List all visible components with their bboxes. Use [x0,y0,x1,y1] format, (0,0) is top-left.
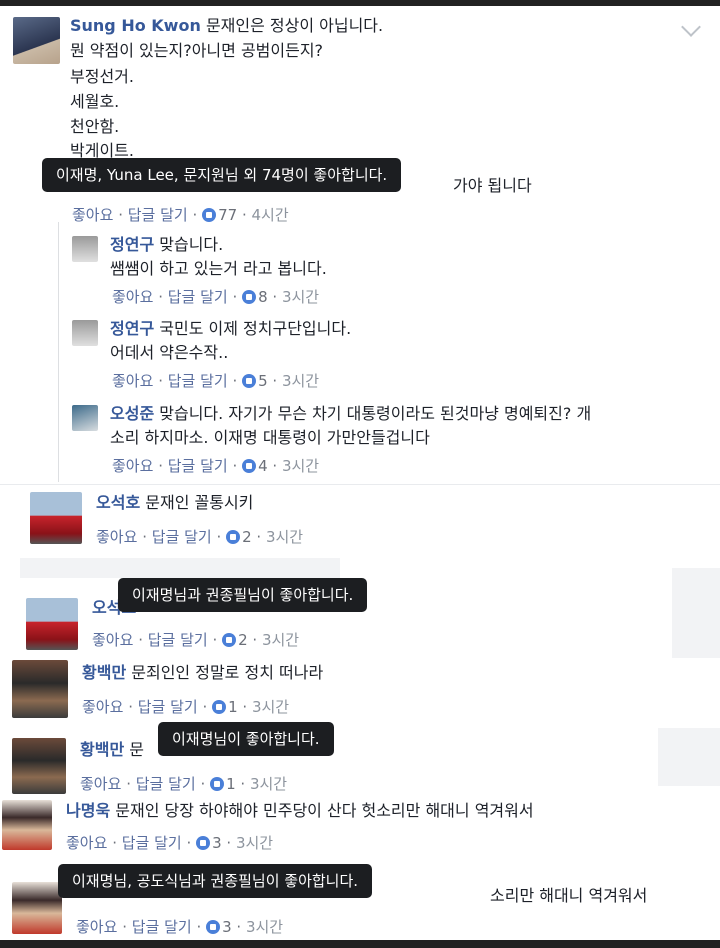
like-button[interactable]: 좋아요 [92,631,133,649]
comment-line: 천안함. [70,117,120,136]
avatar[interactable] [72,320,98,346]
like-button[interactable]: 좋아요 [72,206,113,224]
author-name[interactable]: 정연구 [110,319,154,338]
like-button[interactable]: 좋아요 [66,834,107,852]
overlap-strip [672,568,720,658]
like-icon[interactable] [242,290,257,304]
like-icon[interactable] [242,374,257,388]
reply-button[interactable]: 답글 달기 [168,288,228,306]
reply-button[interactable]: 답글 달기 [132,918,192,936]
comment-text: 소리만 해대니 역겨워서 [490,886,648,905]
chevron-down-icon[interactable] [681,17,701,37]
author-name[interactable]: 나명욱 [66,801,110,820]
reply-line: 어데서 약은수작.. [110,343,229,362]
comment-line: 부정선거. [70,67,134,86]
reply-button[interactable]: 답글 달기 [148,631,208,649]
comment-actions: 좋아요 · 답글 달기 · 2 · 3시간 [92,631,300,649]
reply-actions: 좋아요 · 답글 달기 · 8 · 3시간 [112,288,320,306]
reply-text: 정연구 맞습니다. [110,235,224,254]
like-button[interactable]: 좋아요 [112,457,153,475]
reply-line: 소리 하지마소. 이재명 대통령이 가만안들겁니다 [110,428,430,447]
like-icon[interactable] [202,208,217,222]
reply-button[interactable]: 답글 달기 [122,834,182,852]
author-name[interactable]: 오석호 [96,493,140,512]
like-button[interactable]: 좋아요 [80,775,121,793]
overlap-strip [20,558,340,578]
reply-button[interactable]: 답글 달기 [128,206,188,224]
like-button[interactable]: 좋아요 [96,528,137,546]
comment-text: 오석호 문재인 꼴통시키 [96,493,254,512]
reply-button[interactable]: 답글 달기 [168,372,228,390]
like-button[interactable]: 좋아요 [82,698,123,716]
like-icon[interactable] [226,530,241,544]
comment-text: 황백만 문 [80,740,144,759]
reply-actions: 좋아요 · 답글 달기 · 4 · 3시간 [112,457,320,475]
likes-tooltip: 이재명, Yuna Lee, 문지원님 외 74명이 좋아합니다. [42,158,402,192]
author-name[interactable]: 오성준 [110,404,154,423]
like-icon[interactable] [196,836,211,850]
like-icon[interactable] [212,700,227,714]
like-icon[interactable] [210,777,225,791]
reply-button[interactable]: 답글 달기 [138,698,198,716]
avatar[interactable] [12,882,62,934]
reply-actions: 좋아요 · 답글 달기 · 5 · 3시간 [112,372,320,390]
comment-actions: 좋아요 · 답글 달기 · 77 · 4시간 [72,206,289,224]
thread-line [58,222,59,482]
likes-tooltip: 이재명님과 권종필님이 좋아합니다. [118,578,368,612]
likes-tooltip: 이재명님이 좋아합니다. [158,722,334,756]
top-border [0,0,720,6]
likes-tooltip: 이재명님, 공도식님과 권종필님이 좋아합니다. [58,864,373,898]
reply-text: 정연구 국민도 이제 정치구단입니다. [110,319,352,338]
like-button[interactable]: 좋아요 [112,288,153,306]
reply-button[interactable]: 답글 달기 [136,775,196,793]
author-name[interactable]: 황백만 [82,663,126,682]
comment-text: 황백만 문죄인인 정말로 정치 떠나라 [82,663,324,682]
like-icon[interactable] [206,920,221,934]
comment-line: 뭔 약점이 있는지?아니면 공범이든지? [70,41,324,60]
like-icon[interactable] [222,633,237,647]
avatar[interactable] [30,492,82,544]
like-button[interactable]: 좋아요 [112,372,153,390]
reply-button[interactable]: 답글 달기 [152,528,212,546]
avatar[interactable] [72,405,98,431]
author-name[interactable]: 황백만 [80,740,124,759]
avatar[interactable] [72,236,98,262]
reply-button[interactable]: 답글 달기 [168,457,228,475]
comment-actions: 좋아요 · 답글 달기 · 3 · 3시간 [76,918,284,936]
like-button[interactable]: 좋아요 [76,918,117,936]
reply-text: 오성준 맞습니다. 자기가 무슨 차기 대통령이라도 된것마냥 명예퇴진? 개 [110,404,592,423]
comment-actions: 좋아요 · 답글 달기 · 3 · 3시간 [66,834,274,852]
comment-line: 세월호. [70,92,120,111]
avatar[interactable] [12,738,66,794]
comment-text: Sung Ho Kwon 문재인은 정상이 아닙니다. [70,16,384,35]
overlap-strip [658,728,720,786]
bottom-border [0,940,720,948]
divider [0,484,720,485]
avatar[interactable] [13,17,60,64]
comment-text: 나명욱 문재인 당장 하야해야 민주당이 산다 헛소리만 해대니 역겨워서 [66,801,534,820]
avatar[interactable] [26,598,78,650]
comment-line: 가야 됩니다 [453,176,532,195]
author-name[interactable]: 정연구 [110,235,154,254]
like-icon[interactable] [242,459,257,473]
comment-actions: 좋아요 · 답글 달기 · 1 · 3시간 [82,698,290,716]
avatar[interactable] [12,660,68,718]
reply-line: 쌤쌤이 하고 있는거 라고 봅니다. [110,259,327,278]
comment-actions: 좋아요 · 답글 달기 · 2 · 3시간 [96,528,304,546]
comment-actions: 좋아요 · 답글 달기 · 1 · 3시간 [80,775,288,793]
author-name[interactable]: Sung Ho Kwon [70,16,201,35]
avatar[interactable] [2,800,52,850]
